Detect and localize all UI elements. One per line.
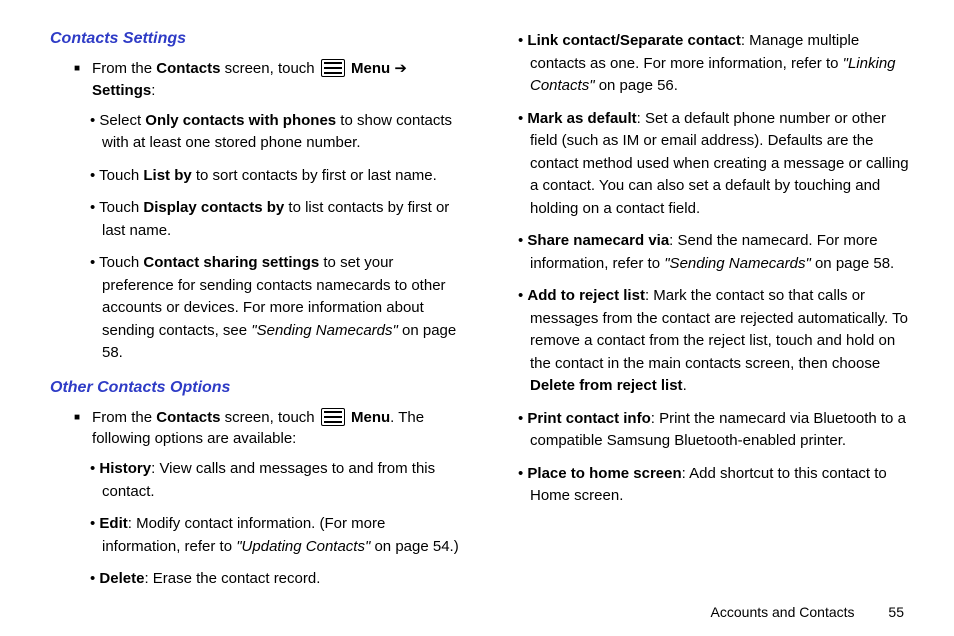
menu-icon (321, 408, 345, 426)
t: on page 58. (811, 255, 894, 272)
t: on page 56. (595, 77, 678, 94)
intro-text: From the Contacts screen, touch Menu. Th… (92, 407, 462, 451)
list-item: Print contact info: Print the namecard v… (530, 408, 914, 453)
t: Touch (99, 199, 143, 216)
list-item: Place to home screen: Add shortcut to th… (530, 463, 914, 508)
square-bullet-icon: ■ (74, 62, 80, 102)
menu-word: Menu (351, 409, 390, 426)
left-column: Contacts Settings ■ From the Contacts sc… (50, 30, 482, 626)
heading-contacts-settings: Contacts Settings (50, 30, 462, 48)
b: Print contact info (527, 410, 650, 427)
footer-section: Accounts and Contacts (711, 604, 855, 620)
contacts-word: Contacts (156, 409, 220, 426)
page-number: 55 (888, 604, 904, 620)
intro-contacts-settings: ■ From the Contacts screen, touch Menu ➔… (74, 58, 462, 102)
page-footer: Accounts and Contacts 55 (711, 604, 904, 620)
list-item: Select Only contacts with phones to show… (102, 110, 462, 155)
settings-list: Select Only contacts with phones to show… (50, 110, 462, 365)
settings-word: Settings (92, 82, 151, 99)
list-item: Edit: Modify contact information. (For m… (102, 513, 462, 558)
ref: "Sending Namecards" (664, 255, 811, 272)
t: on page 54.) (370, 538, 458, 555)
t: : (151, 82, 155, 99)
t: screen, touch (220, 60, 318, 77)
b: Add to reject list (527, 287, 645, 304)
b: History (99, 460, 151, 477)
list-item: Share namecard via: Send the namecard. F… (530, 230, 914, 275)
menu-icon (321, 59, 345, 77)
intro-other-options: ■ From the Contacts screen, touch Menu. … (74, 407, 462, 451)
ref: "Sending Namecards" (251, 322, 398, 339)
menu-word: Menu (351, 60, 390, 77)
t: From the (92, 60, 156, 77)
t: : Erase the contact record. (144, 570, 320, 587)
heading-other-options: Other Contacts Options (50, 379, 462, 397)
t: screen, touch (220, 409, 318, 426)
options-list-left: History: View calls and messages to and … (50, 458, 462, 591)
contacts-word: Contacts (156, 60, 220, 77)
right-column: Link contact/Separate contact: Manage mu… (482, 30, 914, 626)
options-list-right: Link contact/Separate contact: Manage mu… (502, 30, 914, 508)
b: Delete from reject list (530, 377, 683, 394)
list-item: History: View calls and messages to and … (102, 458, 462, 503)
t: Select (99, 112, 145, 129)
list-item: Link contact/Separate contact: Manage mu… (530, 30, 914, 98)
b: Edit (99, 515, 127, 532)
square-bullet-icon: ■ (74, 411, 80, 451)
b: Mark as default (527, 110, 636, 127)
intro-text: From the Contacts screen, touch Menu ➔ S… (92, 58, 462, 102)
b: Share namecard via (527, 232, 669, 249)
t: Touch (99, 254, 143, 271)
list-item: Delete: Erase the contact record. (102, 568, 462, 591)
t: . (683, 377, 687, 394)
b: Contact sharing settings (143, 254, 319, 271)
t: Touch (99, 167, 143, 184)
b: Link contact/Separate contact (527, 32, 740, 49)
b: Place to home screen (527, 465, 681, 482)
ref: "Updating Contacts" (236, 538, 370, 555)
t: From the (92, 409, 156, 426)
b: Display contacts by (143, 199, 284, 216)
b: Only contacts with phones (145, 112, 336, 129)
list-item: Add to reject list: Mark the contact so … (530, 285, 914, 398)
t: : View calls and messages to and from th… (102, 460, 435, 500)
list-item: Touch List by to sort contacts by first … (102, 165, 462, 188)
b: List by (143, 167, 191, 184)
arrow: ➔ (390, 60, 407, 77)
t: to sort contacts by first or last name. (192, 167, 437, 184)
list-item: Mark as default: Set a default phone num… (530, 108, 914, 221)
page: Contacts Settings ■ From the Contacts sc… (0, 0, 954, 636)
b: Delete (99, 570, 144, 587)
list-item: Touch Display contacts by to list contac… (102, 197, 462, 242)
list-item: Touch Contact sharing settings to set yo… (102, 252, 462, 365)
